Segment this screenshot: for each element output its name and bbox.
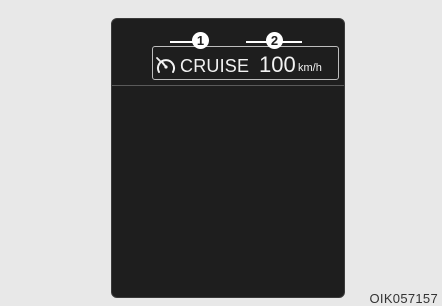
figure-code-label: OIK057157 bbox=[369, 291, 438, 306]
speed-unit-label: km/h bbox=[298, 62, 322, 74]
instrument-cluster-display: CRUISE 100 km/h 1 2 bbox=[111, 18, 345, 298]
set-speed-value: 100 bbox=[259, 52, 296, 77]
callout-marker-1: 1 bbox=[192, 32, 209, 49]
cruise-speedometer-icon bbox=[156, 57, 175, 73]
callout-marker-2: 2 bbox=[266, 32, 283, 49]
cruise-mode-label: CRUISE bbox=[180, 56, 250, 76]
